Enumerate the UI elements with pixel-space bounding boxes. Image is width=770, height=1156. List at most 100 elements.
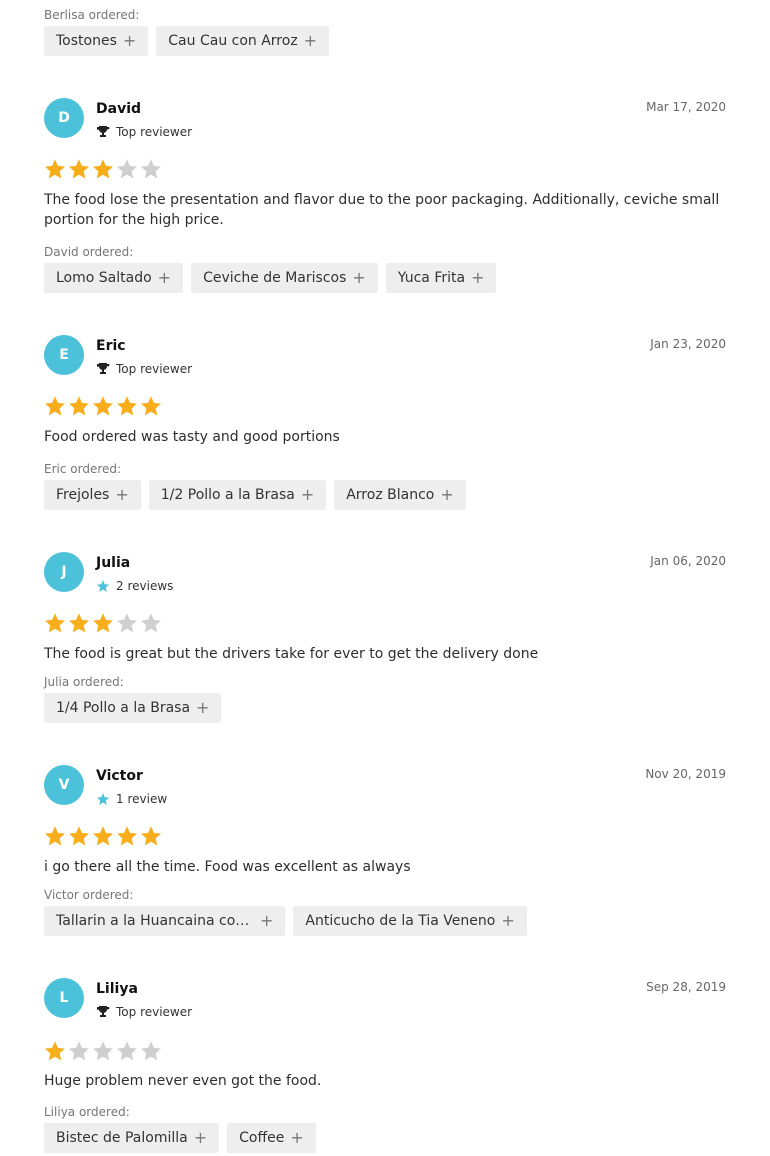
star-empty-icon xyxy=(69,1041,89,1061)
ordered-label: Julia ordered: xyxy=(44,675,124,689)
star-filled-icon xyxy=(117,396,137,416)
star-filled-icon xyxy=(69,159,89,179)
star-filled-icon xyxy=(69,826,89,846)
ordered-items: Bistec de Palomilla + Coffee + xyxy=(44,1123,316,1153)
review-text: Huge problem never even got the food. xyxy=(44,1073,322,1089)
review-date: Mar 17, 2020 xyxy=(646,100,726,114)
review-text: The food is great but the drivers take f… xyxy=(44,646,539,662)
ordered-item-chip[interactable]: Lomo Saltado + xyxy=(44,263,184,293)
plus-icon: + xyxy=(501,911,515,930)
ordered-label: David ordered: xyxy=(44,245,134,259)
ordered-label: Eric ordered: xyxy=(44,462,122,476)
star-empty-icon xyxy=(141,613,161,633)
star-filled-icon xyxy=(45,613,65,633)
plus-icon: + xyxy=(290,1128,304,1147)
ordered-label: Liliya ordered: xyxy=(44,1105,130,1119)
reviewer-name[interactable]: Eric xyxy=(96,338,126,354)
star-rating xyxy=(44,1040,162,1062)
item-name: Lomo Saltado xyxy=(56,270,152,286)
ordered-block: Liliya ordered: Bistec de Palomilla + Cof… xyxy=(44,1104,316,1153)
badge-label: 2 reviews xyxy=(116,579,174,593)
plus-icon: + xyxy=(300,485,315,504)
trophy-icon xyxy=(97,1006,110,1017)
ordered-item-chip[interactable]: Arroz Blanco + xyxy=(334,480,466,510)
ordered-block: David ordered: Lomo Saltado + Ceviche de … xyxy=(44,244,497,293)
ordered-items: 1/4 Pollo a la Brasa + xyxy=(44,693,222,723)
ordered-label: Victor ordered: xyxy=(44,888,134,902)
ordered-item-chip[interactable]: 1/4 Pollo a la Brasa + xyxy=(44,693,222,723)
reviewer-badge: Top reviewer xyxy=(96,125,192,139)
item-name: Cau Cau con Arroz xyxy=(168,33,298,49)
star-rating xyxy=(44,612,162,634)
ordered-item-chip[interactable]: Coffee + xyxy=(227,1123,316,1153)
plus-icon: + xyxy=(260,911,274,930)
review-date: Jan 23, 2020 xyxy=(650,337,726,351)
item-name: Tallarin a la Huancaina con ... xyxy=(56,913,254,929)
review-text: i go there all the time. Food was excell… xyxy=(44,859,411,875)
top-ordered-block: Berlisa ordered: Tostones + Cau Cau con A… xyxy=(44,7,330,56)
plus-icon: + xyxy=(157,268,172,287)
trophy-icon xyxy=(97,363,110,374)
star-filled-icon xyxy=(69,613,89,633)
avatar: V xyxy=(44,765,84,805)
item-name: Yuca Frita xyxy=(397,270,466,286)
item-name: Ceviche de Mariscos xyxy=(203,270,347,286)
avatar: E xyxy=(44,335,84,375)
item-name: Anticucho de la Tia Veneno xyxy=(305,913,496,929)
reviewer-badge: 2 reviews xyxy=(96,579,173,593)
star-filled-icon xyxy=(45,1041,65,1061)
ordered-item-chip[interactable]: 1/2 Pollo a la Brasa + xyxy=(148,480,327,510)
ordered-block: Julia ordered: 1/4 Pollo a la Brasa + xyxy=(44,674,222,723)
ordered-items: Tostones + Cau Cau con Arroz + xyxy=(44,26,330,56)
review-date: Jan 06, 2020 xyxy=(650,554,726,568)
reviewer-badge: Top reviewer xyxy=(96,1005,192,1019)
plus-icon: + xyxy=(440,485,454,504)
plus-icon: + xyxy=(303,31,318,50)
star-empty-icon xyxy=(117,613,137,633)
star-filled-icon xyxy=(69,396,89,416)
ordered-label: Berlisa ordered: xyxy=(44,8,140,22)
star-filled-icon xyxy=(45,396,65,416)
plus-icon: + xyxy=(196,698,210,717)
ordered-item-chip[interactable]: Cau Cau con Arroz + xyxy=(156,26,330,56)
ordered-item-chip[interactable]: Anticucho de la Tia Veneno + xyxy=(293,906,527,936)
ordered-item-chip[interactable]: Ceviche de Mariscos + xyxy=(191,263,378,293)
reviewer-name[interactable]: Victor xyxy=(96,768,143,784)
star-empty-icon xyxy=(117,1041,137,1061)
ordered-items: Tallarin a la Huancaina con ... + Anticuc… xyxy=(44,906,527,936)
review-text: Food ordered was tasty and good portions xyxy=(44,429,340,445)
badge-label: Top reviewer xyxy=(116,125,193,139)
ordered-items: Lomo Saltado + Ceviche de Mariscos + Yuca … xyxy=(44,263,497,293)
ordered-block: Victor ordered: Tallarin a la Huancaina … xyxy=(44,887,527,936)
reviewer-badge: 1 review xyxy=(96,792,167,806)
ordered-item-chip[interactable]: Frejoles + xyxy=(44,480,141,510)
star-empty-icon xyxy=(141,1041,161,1061)
ordered-item-chip[interactable]: Tostones + xyxy=(44,26,149,56)
star-filled-icon xyxy=(93,826,113,846)
star-empty-icon xyxy=(117,159,137,179)
star-empty-icon xyxy=(93,1041,113,1061)
badge-label: Top reviewer xyxy=(116,362,193,376)
reviewer-badge: Top reviewer xyxy=(96,362,192,376)
item-name: 1/2 Pollo a la Brasa xyxy=(160,487,295,503)
reviewer-name[interactable]: Liliya xyxy=(96,981,138,997)
review-date: Sep 28, 2019 xyxy=(646,980,726,994)
item-name: Coffee xyxy=(239,1130,285,1146)
star-empty-icon xyxy=(141,159,161,179)
star-filled-icon xyxy=(93,613,113,633)
reviewer-name[interactable]: David xyxy=(96,101,141,117)
item-name: Arroz Blanco xyxy=(346,487,435,503)
reviewer-name[interactable]: Julia xyxy=(96,555,130,571)
plus-icon: + xyxy=(352,268,366,287)
star-icon xyxy=(96,580,110,592)
item-name: Tostones xyxy=(56,33,117,49)
star-filled-icon xyxy=(141,396,161,416)
ordered-block: Eric ordered: Frejoles + 1/2 Pollo a la B… xyxy=(44,461,466,510)
star-rating xyxy=(44,158,162,180)
plus-icon: + xyxy=(471,268,485,287)
star-filled-icon xyxy=(93,396,113,416)
ordered-item-chip[interactable]: Bistec de Palomilla + xyxy=(44,1123,220,1153)
ordered-item-chip[interactable]: Tallarin a la Huancaina con ... + xyxy=(44,906,286,936)
star-filled-icon xyxy=(45,826,65,846)
ordered-item-chip[interactable]: Yuca Frita + xyxy=(385,263,497,293)
